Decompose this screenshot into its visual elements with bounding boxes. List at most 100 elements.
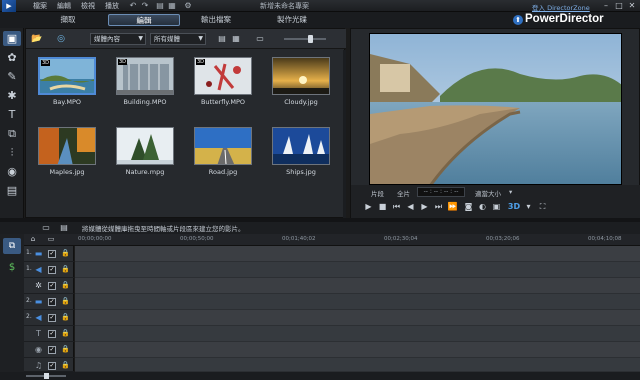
nature-thumbnail[interactable] <box>116 127 174 165</box>
track-lane[interactable] <box>75 358 640 372</box>
track-lane[interactable] <box>75 310 640 326</box>
butterfly-thumbnail[interactable]: 3D <box>194 57 252 95</box>
audio-mixing-icon[interactable]: ⫶ <box>3 145 21 160</box>
media-filter-dropdown[interactable]: 所有媒體 ▼ <box>150 33 206 45</box>
track-enable-checkbox[interactable]: ✓ <box>48 266 56 274</box>
menu-play[interactable]: 播放 <box>105 1 119 11</box>
media-item[interactable]: Maples.jpg <box>38 127 102 176</box>
track-lane[interactable] <box>75 326 640 342</box>
fx-room-icon[interactable]: ✿ <box>3 50 21 65</box>
play-icon[interactable]: ▶ <box>363 201 374 212</box>
fit-size-dropdown[interactable]: 適當大小 <box>475 188 501 198</box>
track-enable-checkbox[interactable]: ✓ <box>48 250 56 258</box>
fast-forward-icon[interactable]: ⏩ <box>447 201 458 212</box>
menu-edit[interactable]: 編輯 <box>57 1 71 11</box>
lock-icon[interactable]: 🔒 <box>61 297 70 305</box>
fullscreen-icon[interactable]: ⛶ <box>537 201 548 212</box>
title-room-icon[interactable]: T <box>3 107 21 122</box>
step-forward-icon[interactable]: ▶ <box>419 201 430 212</box>
preview-screen[interactable] <box>369 33 622 185</box>
undo-icon[interactable]: ↶ <box>128 1 138 11</box>
volume-icon[interactable]: ◐ <box>477 201 488 212</box>
settings-gear-icon[interactable]: ⚙ <box>183 1 193 11</box>
pip-room-icon[interactable]: ✎ <box>3 69 21 84</box>
previous-frame-icon[interactable]: ⏮ <box>391 201 402 212</box>
media-room-icon[interactable]: ▣ <box>3 31 21 46</box>
download-media-icon[interactable]: ◎ <box>54 33 68 45</box>
thumbnail-size-slider[interactable] <box>284 38 326 40</box>
tab-edit[interactable]: 編輯 <box>108 14 180 26</box>
media-item[interactable]: 3D Building.MPO <box>116 57 180 106</box>
track-lane[interactable] <box>75 246 640 262</box>
library-scrollbar[interactable] <box>343 50 346 218</box>
lock-icon[interactable]: 🔒 <box>61 265 70 273</box>
transition-room-icon[interactable]: ⧉ <box>3 126 21 141</box>
media-item[interactable]: 3D Butterfly.MPO <box>194 57 258 106</box>
timeline-tracks[interactable] <box>75 246 640 372</box>
fix-enhance-icon[interactable]: $ <box>3 260 21 276</box>
step-back-icon[interactable]: ◀ <box>405 201 416 212</box>
track-enable-checkbox[interactable]: ✓ <box>48 282 56 290</box>
timecode-display[interactable]: -- : -- : -- : -- <box>417 187 465 197</box>
chapter-room-icon[interactable]: ▤ <box>3 183 21 198</box>
track-enable-checkbox[interactable]: ✓ <box>48 346 56 354</box>
menu-view[interactable]: 檢視 <box>81 1 95 11</box>
clip-mode-tab[interactable]: 片段 <box>371 188 384 198</box>
menu-file[interactable]: 檔案 <box>33 1 47 11</box>
track-enable-checkbox[interactable]: ✓ <box>48 298 56 306</box>
media-item[interactable]: Cloudy.jpg <box>272 57 336 106</box>
track-enable-checkbox[interactable]: ✓ <box>48 362 56 370</box>
content-filter-dropdown[interactable]: 媒體內容 ▼ <box>90 33 146 45</box>
building-thumbnail[interactable]: 3D <box>116 57 174 95</box>
media-item[interactable]: Road.jpg <box>194 127 258 176</box>
redo-icon[interactable]: ↷ <box>140 1 150 11</box>
directorzone-login-link[interactable]: 登入 DirectorZone <box>532 2 590 12</box>
timeline-ruler[interactable]: 00;00;00;00 00;00;50;00 00;01;40;02 00;0… <box>24 234 640 246</box>
minimize-button[interactable]: – <box>600 1 612 11</box>
tab-capture[interactable]: 擷取 <box>38 14 98 26</box>
media-item[interactable]: Nature.mpg <box>116 127 180 176</box>
slider-handle[interactable] <box>308 35 313 43</box>
slider-handle[interactable] <box>44 373 49 379</box>
timeline-settings-icon[interactable]: ⌂ <box>26 235 40 244</box>
track-enable-checkbox[interactable]: ✓ <box>48 330 56 338</box>
library-menu-icon[interactable]: ▤ <box>216 33 228 45</box>
timeline-mode-icon[interactable]: ▭ <box>44 235 58 244</box>
lock-icon[interactable]: 🔒 <box>61 361 70 369</box>
storyboard-view-icon[interactable]: ▭ <box>40 222 52 234</box>
track-lane[interactable] <box>75 278 640 294</box>
lock-icon[interactable]: 🔒 <box>61 249 70 257</box>
save-icon[interactable]: ▦ <box>167 1 177 11</box>
tab-create-disc[interactable]: 製作光碟 <box>262 14 322 26</box>
timeline-view-icon[interactable]: ▤ <box>58 222 70 234</box>
grid-view-icon[interactable]: ▦ <box>230 33 242 45</box>
lock-icon[interactable]: 🔒 <box>61 329 70 337</box>
movie-mode-tab[interactable]: 全片 <box>397 188 410 198</box>
lock-icon[interactable]: 🔒 <box>61 281 70 289</box>
track-manager-icon[interactable]: ⧉ <box>3 238 21 254</box>
lock-icon[interactable]: 🔒 <box>61 313 70 321</box>
maximize-button[interactable]: □ <box>613 1 625 11</box>
3d-mode-button[interactable]: 3D <box>507 201 521 212</box>
dvd-preview-icon[interactable]: ▣ <box>491 201 502 212</box>
lock-icon[interactable]: 🔒 <box>61 345 70 353</box>
ships-thumbnail[interactable] <box>272 127 330 165</box>
view-list-icon[interactable]: ▭ <box>254 33 266 45</box>
particle-room-icon[interactable]: ✱ <box>3 88 21 103</box>
track-enable-checkbox[interactable]: ✓ <box>48 314 56 322</box>
3d-settings-chevron-icon[interactable]: ▾ <box>523 201 534 212</box>
track-lane[interactable] <box>75 294 640 310</box>
cloudy-thumbnail[interactable] <box>272 57 330 95</box>
snapshot-camera-icon[interactable]: ◙ <box>463 201 474 212</box>
tab-produce[interactable]: 輸出檔案 <box>186 14 246 26</box>
bay-thumbnail[interactable]: 3D <box>38 57 96 95</box>
chevron-down-icon[interactable]: ▾ <box>509 188 512 196</box>
media-item[interactable]: 3D Bay.MPO <box>38 57 102 106</box>
road-thumbnail[interactable] <box>194 127 252 165</box>
next-frame-icon[interactable]: ⏭ <box>433 201 444 212</box>
track-lane[interactable] <box>75 262 640 278</box>
import-folder-icon[interactable]: 📂 <box>30 33 44 45</box>
open-icon[interactable]: ▤ <box>155 1 165 11</box>
media-item[interactable]: Ships.jpg <box>272 127 336 176</box>
stop-icon[interactable]: ■ <box>377 201 388 212</box>
